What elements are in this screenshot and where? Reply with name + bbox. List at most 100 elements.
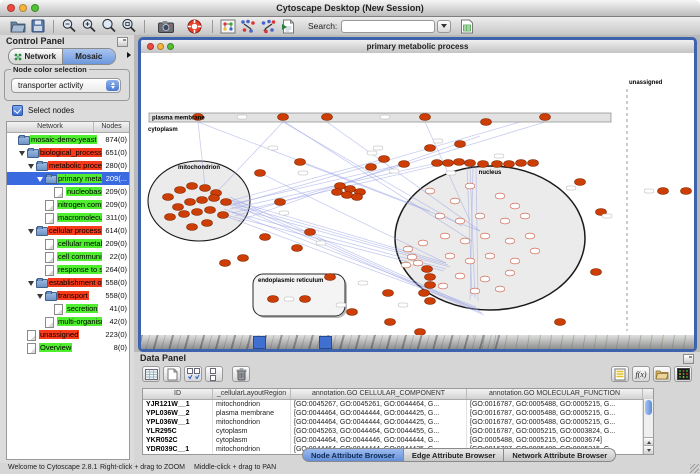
graph-node-unselected[interactable] — [401, 262, 411, 268]
graph-node[interactable] — [504, 161, 515, 168]
graph-node[interactable] — [481, 119, 492, 126]
graph-node[interactable] — [187, 224, 198, 231]
graph-node[interactable] — [220, 260, 231, 267]
graph-node-unselected[interactable] — [495, 286, 505, 292]
table-row[interactable]: YKR052Ccytoplasm[GO:0044464, GO:0044446,… — [143, 436, 653, 445]
graph-node[interactable] — [516, 160, 527, 167]
table-scrollbar[interactable] — [643, 399, 653, 454]
graph-node[interactable] — [165, 214, 176, 221]
graph-node[interactable] — [385, 319, 396, 326]
graph-node[interactable] — [221, 199, 232, 206]
graph-node-unselected[interactable] — [425, 188, 435, 194]
graph-node[interactable] — [300, 296, 311, 303]
zoom-selected-button[interactable] — [119, 18, 139, 34]
graph-node[interactable] — [325, 274, 336, 281]
graph-node[interactable] — [492, 161, 503, 168]
node-color-dropdown[interactable]: transporter activity — [11, 78, 121, 93]
tree-row[interactable]: cellular process614(0) — [7, 224, 129, 237]
graph-node[interactable] — [465, 160, 476, 167]
graph-node[interactable] — [425, 298, 436, 305]
tree-row[interactable]: cell communicat22(0) — [7, 250, 129, 263]
graph-node-unselected[interactable] — [510, 258, 520, 264]
graph-node-unselected[interactable] — [445, 253, 455, 259]
zoom-fit-button[interactable] — [99, 18, 119, 34]
zoom-view-icon[interactable] — [167, 43, 174, 50]
graph-node-unselected[interactable] — [438, 283, 448, 289]
expand-network-button[interactable] — [258, 18, 278, 34]
graph-node[interactable] — [175, 187, 186, 194]
graph-node[interactable] — [478, 161, 489, 168]
tab-edge-attribute-browser[interactable]: Edge Attribute Browser — [404, 448, 504, 462]
attribute-notes-button[interactable] — [611, 366, 629, 382]
graph-node[interactable] — [200, 185, 211, 192]
network-canvas[interactable]: plasma membranecytoplasmmitochondrionnuc… — [141, 53, 694, 335]
graph-node-unselected[interactable] — [435, 213, 445, 219]
tab-node-attribute-browser[interactable]: Node Attribute Browser — [302, 448, 404, 462]
tree-row[interactable]: macromolecule311(0) — [7, 211, 129, 224]
tree-row[interactable]: biological_process651(0) — [7, 146, 129, 159]
table-row[interactable]: YLR295Ccytoplasm[GO:0045263, GO:0044464,… — [143, 427, 653, 436]
table-row[interactable]: YPL036W__1mitochondrion[GO:0044464, GO:0… — [143, 418, 653, 427]
resize-grip[interactable] — [690, 464, 699, 473]
graph-node[interactable] — [591, 269, 602, 276]
graph-node[interactable] — [540, 114, 551, 121]
graph-node-unselected[interactable] — [520, 213, 530, 219]
import-attribute-file-button[interactable] — [653, 366, 671, 382]
graph-node-unselected[interactable] — [407, 254, 417, 260]
function-builder-button[interactable]: f(x) — [632, 366, 650, 382]
float-panel-icon[interactable] — [117, 37, 128, 47]
save-session-button[interactable] — [28, 18, 48, 34]
table-row[interactable]: YPL036W__2plasma membrane[GO:0044464, GO… — [143, 409, 653, 418]
graph-node[interactable] — [205, 207, 216, 214]
graph-node-unselected[interactable] — [470, 288, 480, 294]
graph-node[interactable] — [443, 160, 454, 167]
graph-node[interactable] — [218, 212, 229, 219]
import-attributes-button[interactable] — [457, 18, 477, 34]
graph-node[interactable] — [419, 290, 430, 297]
graph-node[interactable] — [658, 188, 669, 195]
tree-row[interactable]: metabolic process280(0) — [7, 159, 129, 172]
graph-node[interactable] — [425, 274, 436, 281]
tree-column-nodes[interactable]: Nodes — [94, 122, 129, 132]
graph-node-unselected[interactable] — [465, 183, 475, 189]
graph-node[interactable] — [292, 245, 303, 252]
delete-attribute-button[interactable] — [232, 366, 250, 382]
tree-row[interactable]: secretion41(0) — [7, 302, 129, 315]
graph-node-unselected[interactable] — [455, 218, 465, 224]
graph-node[interactable] — [255, 170, 266, 177]
graph-node-unselected[interactable] — [418, 240, 428, 246]
graph-node-unselected[interactable] — [500, 218, 510, 224]
graph-node[interactable] — [260, 234, 271, 241]
tree-column-network[interactable]: Network — [7, 122, 94, 132]
graph-node[interactable] — [399, 161, 410, 168]
disclosure-triangle-icon[interactable] — [28, 229, 34, 234]
import-file-button[interactable] — [278, 18, 298, 34]
graph-node-unselected[interactable] — [450, 198, 460, 204]
graph-node[interactable] — [420, 114, 431, 121]
graph-node[interactable] — [681, 188, 692, 195]
graph-node-unselected[interactable] — [403, 246, 413, 252]
graph-node[interactable] — [528, 160, 539, 167]
tab-mosaic[interactable]: Mosaic — [62, 49, 116, 64]
disclosure-triangle-icon[interactable] — [19, 151, 25, 156]
zoom-out-button[interactable] — [59, 18, 79, 34]
select-first-neighbors-button[interactable] — [238, 18, 258, 34]
new-attribute-button[interactable] — [163, 366, 181, 382]
graph-node[interactable] — [422, 266, 433, 273]
graph-edge[interactable] — [228, 164, 404, 205]
open-session-button[interactable] — [8, 18, 28, 34]
search-options-button[interactable] — [437, 20, 451, 33]
graph-node[interactable] — [295, 159, 306, 166]
tree-row[interactable]: response to stimulu264(0) — [7, 263, 129, 276]
graph-node[interactable] — [342, 192, 353, 199]
network-module-button[interactable] — [218, 18, 238, 34]
graph-node-unselected[interactable] — [525, 233, 535, 239]
search-input[interactable] — [341, 20, 435, 33]
help-button[interactable] — [184, 18, 204, 34]
select-all-attributes-button[interactable] — [184, 366, 202, 382]
scroll-down-button[interactable] — [644, 445, 653, 454]
tree-row[interactable]: multi-organism pro42(0) — [7, 315, 129, 328]
column-header[interactable]: annotation.GO MOLECULAR_FUNCTION — [467, 389, 643, 399]
graph-node[interactable] — [278, 114, 289, 121]
tree-row[interactable]: unassigned223(0) — [7, 328, 129, 341]
